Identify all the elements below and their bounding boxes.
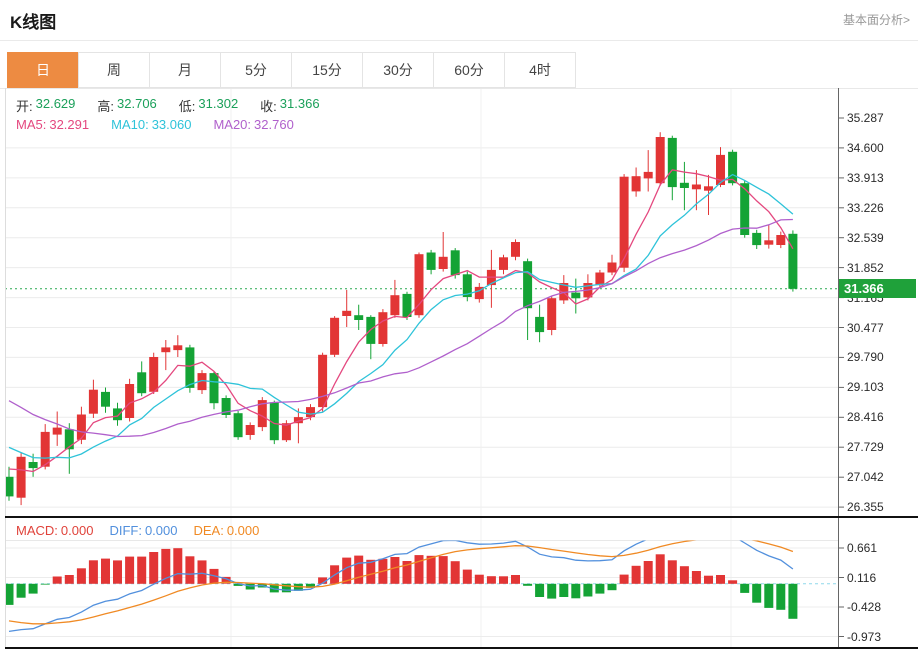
axis-tick-label: 29.790 xyxy=(847,350,884,364)
readout-item: MA5:32.291 xyxy=(16,117,89,132)
current-price-badge: 31.366 xyxy=(839,279,916,298)
ma-readout: MA5:32.291 MA10:33.060 MA20:32.760 xyxy=(16,117,294,132)
readout-item: 收:31.366 xyxy=(260,96,319,115)
axis-tick-label: 33.913 xyxy=(847,171,884,185)
axis-tick-label: 0.116 xyxy=(847,571,876,585)
axis-tick-label: 28.416 xyxy=(847,410,884,424)
readout-item: MA10:33.060 xyxy=(111,117,191,132)
readout-item: DIFF:0.000 xyxy=(109,523,177,538)
readout-item: DEA:0.000 xyxy=(193,523,259,538)
axis-tick-label: -0.973 xyxy=(847,630,881,644)
axis-tick-label: 27.729 xyxy=(847,440,884,454)
readout-item: 高:32.706 xyxy=(97,96,156,115)
readout-item: 开:32.629 xyxy=(16,96,75,115)
axis-tick-label: 27.042 xyxy=(847,470,884,484)
axis-tick-label: 0.661 xyxy=(847,541,877,555)
readout-item: 低:31.302 xyxy=(179,96,238,115)
macd-readout: MACD:0.000 DIFF:0.000 DEA:0.000 xyxy=(16,523,259,538)
axis-tick-label: 30.477 xyxy=(847,321,884,335)
ohlc-readout: 开:32.629 高:32.706 低:31.302 收:31.366 xyxy=(16,96,320,115)
axis-tick-label: 26.355 xyxy=(847,500,884,514)
axis-tick-label: -0.428 xyxy=(847,600,881,614)
readout-item: MA20:32.760 xyxy=(213,117,293,132)
axis-tick-label: 35.287 xyxy=(847,111,884,125)
axis-tick-label: 33.226 xyxy=(847,201,884,215)
readout-item: MACD:0.000 xyxy=(16,523,93,538)
axis-tick-label: 29.103 xyxy=(847,380,884,394)
axis-tick-label: 32.539 xyxy=(847,231,884,245)
axis-tick-label: 34.600 xyxy=(847,141,884,155)
axis-tick-label: 31.852 xyxy=(847,261,884,275)
